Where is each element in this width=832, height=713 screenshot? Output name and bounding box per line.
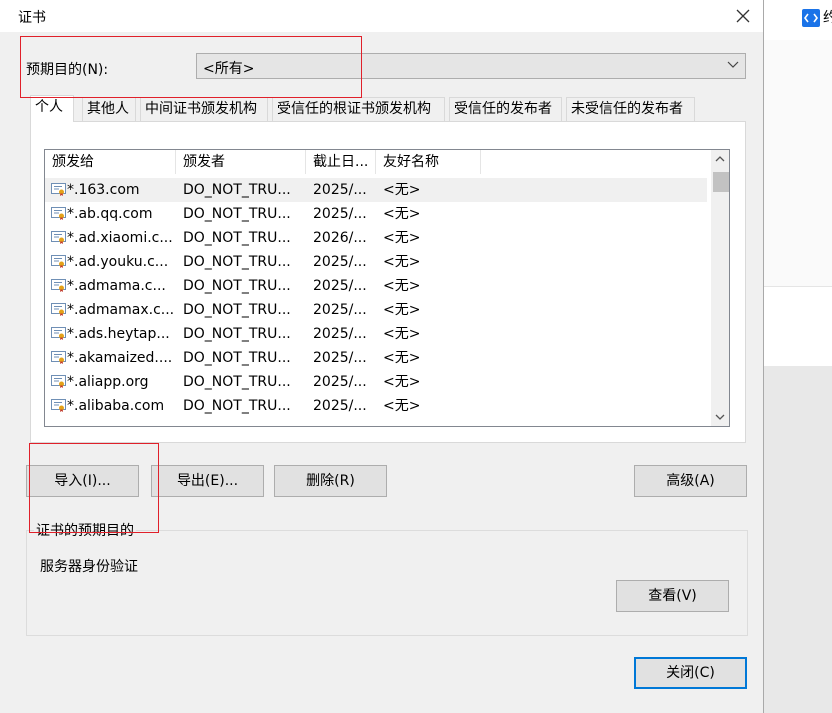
table-row[interactable]: *.alibaba.com DO_NOT_TRU... 2025/... <无> [45,394,707,418]
remove-button[interactable]: 删除(R) [274,465,387,497]
cell-friendly-name: <无> [383,398,421,414]
tab-intermediate-ca[interactable]: 中间证书颁发机构 [140,97,268,121]
cell-friendly-name: <无> [383,278,421,294]
tab-untrusted-publishers[interactable]: 未受信任的发布者 [566,97,695,121]
cell-issuer: DO_NOT_TRU... [183,254,291,270]
table-row[interactable]: *.ads.heytap... DO_NOT_TRU... 2025/... <无> [45,322,707,346]
certificate-list[interactable]: 颁发给 颁发者 截止日... 友好名称 *.163.com DO_NOT_TRU.… [44,149,730,427]
tab-other-people[interactable]: 其他人 [82,97,136,121]
purpose-label: 预期目的(N): [26,62,109,78]
vertical-scrollbar[interactable] [711,150,729,426]
cell-issued-to: *.admama.c... [67,278,166,294]
cell-expiration: 2025/... [313,398,367,414]
cell-issuer: DO_NOT_TRU... [183,206,291,222]
cell-expiration: 2025/... [313,374,367,390]
cell-issued-to: *.ads.heytap... [67,326,170,342]
background-window-gray [764,366,832,713]
cell-friendly-name: <无> [383,254,421,270]
cell-issued-to: *.admamax.c... [67,302,173,318]
cell-issued-to: *.ad.xiaomi.c... [67,230,173,246]
cell-issuer: DO_NOT_TRU... [183,398,291,414]
cell-issuer: DO_NOT_TRU... [183,278,291,294]
title-bar: 证书 [0,0,763,32]
cell-issuer: DO_NOT_TRU... [183,350,291,366]
certificate-icon [51,255,66,268]
tab-trusted-root-ca[interactable]: 受信任的根证书颁发机构 [272,97,445,121]
cell-issuer: DO_NOT_TRU... [183,230,291,246]
purpose-dropdown-value: <所有> [203,61,255,77]
cell-issuer: DO_NOT_TRU... [183,374,291,390]
cell-friendly-name: <无> [383,350,421,366]
cell-issued-to: *.aliapp.org [67,374,149,390]
chevron-down-icon [727,61,739,68]
cell-issuer: DO_NOT_TRU... [183,326,291,342]
cell-issuer: DO_NOT_TRU... [183,302,291,318]
certificate-icon [51,399,66,412]
purposes-value: 服务器身份验证 [40,559,138,575]
cell-friendly-name: <无> [383,206,421,222]
certificate-icon [51,207,66,220]
cell-issued-to: *.ab.qq.com [67,206,153,222]
scrollbar-thumb[interactable] [713,172,729,192]
cell-friendly-name: <无> [383,374,421,390]
cell-expiration: 2025/... [313,326,367,342]
close-button[interactable]: 关闭(C) [634,657,747,689]
cell-issued-to: *.alibaba.com [67,398,165,414]
background-window-band [764,40,832,286]
table-row[interactable]: *.aliapp.org DO_NOT_TRU... 2025/... <无> [45,370,707,394]
cell-expiration: 2025/... [313,302,367,318]
import-button[interactable]: 导入(I)... [26,465,139,497]
certificate-icon [51,351,66,364]
export-button[interactable]: 导出(E)... [151,465,264,497]
background-tab-label: 约 [823,10,832,26]
view-button[interactable]: 查看(V) [616,580,729,612]
certificate-icon [51,303,66,316]
column-header-expiration[interactable]: 截止日... [306,150,376,174]
cell-expiration: 2025/... [313,278,367,294]
cell-issued-to: *.ad.youku.c... [67,254,169,270]
certificates-dialog: 证书 预期目的(N): <所有> 个人 其他人 中间证书颁发机构 受信任的根证书… [0,0,764,713]
cell-friendly-name: <无> [383,182,421,198]
cell-friendly-name: <无> [383,230,421,246]
table-row[interactable]: *.ad.xiaomi.c... DO_NOT_TRU... 2026/... <无> [45,226,707,250]
tab-personal[interactable]: 个人 [30,95,74,122]
background-window-top [764,0,832,40]
cell-issued-to: *.163.com [67,182,140,198]
certificate-icon [51,279,66,292]
dialog-title: 证书 [18,10,46,26]
table-row[interactable]: *.163.com DO_NOT_TRU... 2025/... <无> [45,178,707,202]
close-icon[interactable] [728,2,758,30]
column-header-issuer[interactable]: 颁发者 [176,150,306,174]
column-header-issued-to[interactable]: 颁发给 [45,150,176,174]
purpose-dropdown[interactable]: <所有> [196,53,746,79]
certificate-icon [51,231,66,244]
cell-expiration: 2025/... [313,254,367,270]
certificate-icon [51,327,66,340]
table-row[interactable]: *.admamax.c... DO_NOT_TRU... 2025/... <无> [45,298,707,322]
purposes-group-label: 证书的预期目的 [34,520,136,540]
cell-friendly-name: <无> [383,302,421,318]
certificate-icon [51,375,66,388]
cell-issuer: DO_NOT_TRU... [183,182,291,198]
table-row[interactable]: *.akamaized.... DO_NOT_TRU... 2025/... <无> [45,346,707,370]
cell-issued-to: *.akamaized.... [67,350,173,366]
table-row[interactable]: *.ad.youku.c... DO_NOT_TRU... 2025/... <无> [45,250,707,274]
cell-friendly-name: <无> [383,326,421,342]
scroll-down-icon[interactable] [711,408,729,426]
background-window-middle [764,286,832,367]
advanced-button[interactable]: 高级(A) [634,465,747,497]
table-row[interactable]: *.admama.c... DO_NOT_TRU... 2025/... <无> [45,274,707,298]
tab-trusted-publishers[interactable]: 受信任的发布者 [449,97,562,121]
table-row[interactable]: *.ab.qq.com DO_NOT_TRU... 2025/... <无> [45,202,707,226]
scroll-up-icon[interactable] [711,150,729,168]
cell-expiration: 2025/... [313,182,367,198]
cell-expiration: 2025/... [313,350,367,366]
cell-expiration: 2026/... [313,230,367,246]
background-tab-icon [802,9,820,27]
column-header-friendly-name[interactable]: 友好名称 [376,150,481,174]
certificate-icon [51,183,66,196]
cell-expiration: 2025/... [313,206,367,222]
